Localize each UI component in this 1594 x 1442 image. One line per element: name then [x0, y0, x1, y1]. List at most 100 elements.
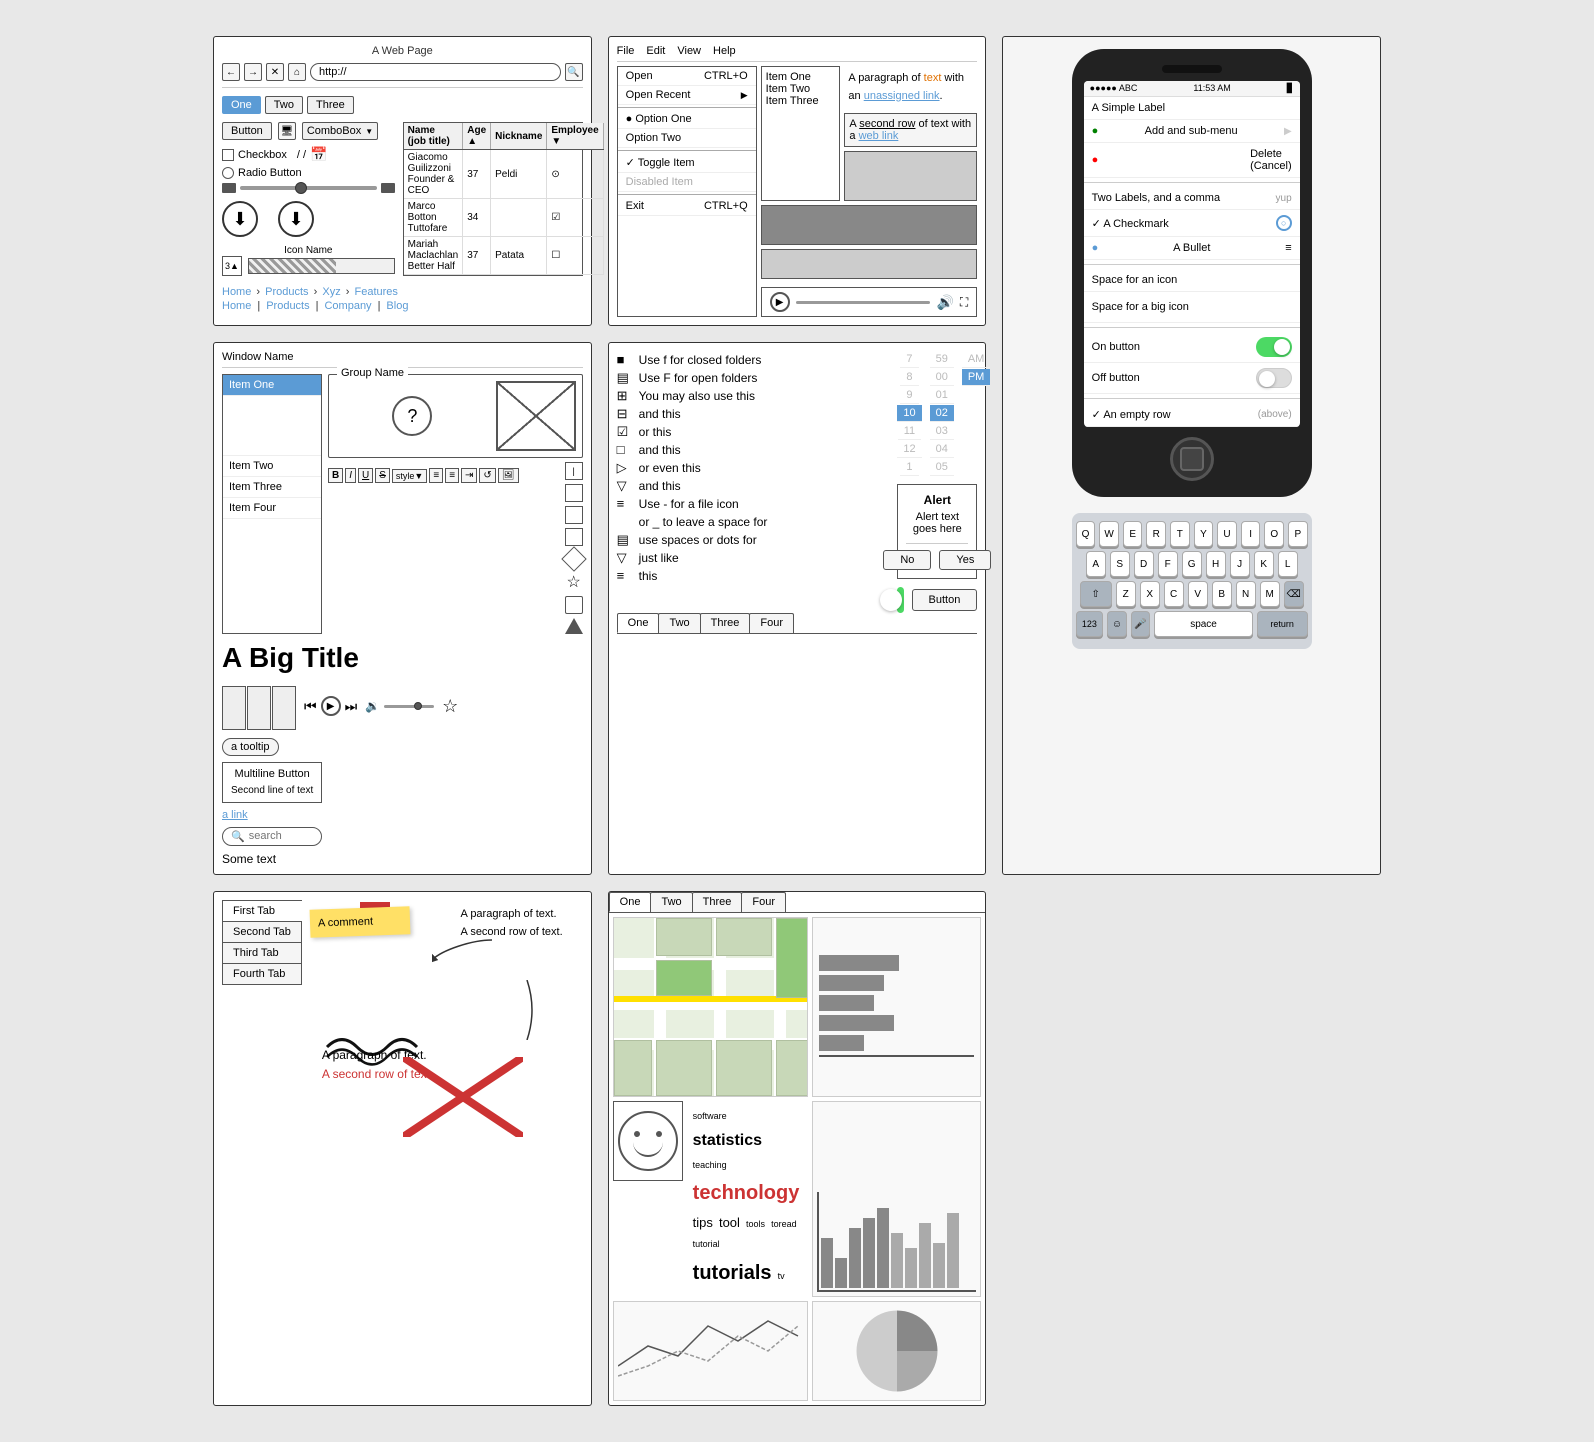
key-o[interactable]: O: [1264, 521, 1284, 547]
key-h[interactable]: H: [1206, 551, 1226, 577]
list-item-one[interactable]: Item One: [223, 375, 321, 396]
address-bar[interactable]: [310, 63, 561, 81]
multiline-button[interactable]: Multiline ButtonSecond line of text: [222, 762, 322, 803]
key-n[interactable]: N: [1236, 581, 1256, 607]
tool-item-3[interactable]: [565, 506, 583, 524]
list-item-two[interactable]: Item Two: [223, 456, 321, 477]
forward-btn[interactable]: →: [244, 63, 262, 81]
strip-tab-two[interactable]: Two: [658, 613, 700, 633]
key-emoji[interactable]: ☺: [1107, 611, 1127, 637]
fast-forward-icon[interactable]: ⏭: [345, 698, 358, 715]
align-left[interactable]: ≡: [429, 468, 443, 483]
phone-home-button[interactable]: [1170, 437, 1214, 481]
key-delete[interactable]: ⌫: [1284, 581, 1304, 607]
menu-toggle[interactable]: ✓ Toggle Item: [618, 153, 756, 173]
key-j[interactable]: J: [1230, 551, 1250, 577]
search-input[interactable]: [249, 830, 309, 842]
strikethrough-btn[interactable]: S: [375, 468, 390, 483]
search-icon[interactable]: 🔍: [565, 63, 583, 81]
key-b[interactable]: B: [1212, 581, 1232, 607]
charts-tab-four[interactable]: Four: [741, 892, 786, 912]
undo-btn[interactable]: ↺: [479, 468, 495, 483]
radio-button[interactable]: [222, 167, 234, 179]
key-t[interactable]: T: [1170, 521, 1190, 547]
key-x[interactable]: X: [1140, 581, 1160, 607]
image-btn[interactable]: 🖼: [498, 468, 519, 483]
key-y[interactable]: Y: [1194, 521, 1214, 547]
list-item-three[interactable]: Item Three: [223, 477, 321, 498]
menu-view[interactable]: View: [677, 45, 701, 57]
slider-track[interactable]: [240, 186, 377, 190]
a-link[interactable]: a link: [222, 809, 322, 821]
pipe-products[interactable]: Products: [266, 300, 309, 312]
alert-yes-btn[interactable]: Yes: [939, 550, 991, 570]
key-k[interactable]: K: [1254, 551, 1274, 577]
key-space[interactable]: space: [1154, 611, 1252, 637]
key-s[interactable]: S: [1110, 551, 1130, 577]
breadcrumb-home[interactable]: Home: [222, 286, 251, 298]
tool-item-1[interactable]: |: [565, 462, 583, 480]
strip-tab-one[interactable]: One: [617, 613, 660, 633]
key-mic[interactable]: 🎤: [1131, 611, 1151, 637]
fullscreen-icon[interactable]: ⛶: [960, 295, 968, 310]
charts-tab-two[interactable]: Two: [650, 892, 692, 912]
breadcrumb-xyz[interactable]: Xyz: [322, 286, 340, 298]
play-button[interactable]: ▶: [321, 696, 341, 716]
volume-slider[interactable]: [384, 705, 434, 708]
phone-delete[interactable]: Delete(Cancel): [1084, 143, 1300, 178]
key-p[interactable]: P: [1288, 521, 1308, 547]
volume-icon[interactable]: 🔊: [936, 294, 953, 311]
play-btn[interactable]: ▶: [770, 292, 790, 312]
key-return[interactable]: return: [1257, 611, 1308, 637]
slider-thumb[interactable]: [295, 182, 307, 194]
key-g[interactable]: G: [1182, 551, 1202, 577]
key-e[interactable]: E: [1123, 521, 1143, 547]
charts-tab-one[interactable]: One: [609, 892, 652, 912]
first-tab[interactable]: First Tab: [222, 900, 302, 922]
rewind-icon[interactable]: ⏮: [304, 698, 317, 715]
menu-exit[interactable]: ExitCTRL+Q: [618, 197, 756, 216]
underline-btn[interactable]: U: [358, 468, 373, 483]
key-shift[interactable]: ⇧: [1080, 581, 1112, 607]
phone-add-submenu[interactable]: Add and sub-menu ▶: [1084, 120, 1300, 143]
menu-open[interactable]: OpenCTRL+O: [618, 67, 756, 86]
key-c[interactable]: C: [1164, 581, 1184, 607]
charts-tab-three[interactable]: Three: [692, 892, 743, 912]
toggle-switch-big[interactable]: [897, 587, 903, 613]
toggle-off[interactable]: [1256, 368, 1292, 388]
menu-help[interactable]: Help: [713, 45, 736, 57]
checkbox[interactable]: [222, 149, 234, 161]
italic-btn[interactable]: I: [345, 468, 356, 483]
menu-option-one[interactable]: ● Option One: [618, 110, 756, 129]
color-btn[interactable]: style▼: [392, 469, 427, 483]
key-l[interactable]: L: [1278, 551, 1298, 577]
home-btn[interactable]: ⌂: [288, 63, 306, 81]
key-i[interactable]: I: [1241, 521, 1261, 547]
tab-one[interactable]: One: [222, 96, 261, 114]
alert-no-btn[interactable]: No: [883, 550, 931, 570]
fourth-tab[interactable]: Fourth Tab: [222, 963, 302, 985]
combo-box[interactable]: ComboBox▼: [302, 122, 378, 140]
calendar-icon[interactable]: 📅: [310, 146, 327, 163]
key-r[interactable]: R: [1146, 521, 1166, 547]
third-tab[interactable]: Third Tab: [222, 942, 302, 964]
align-center[interactable]: ≡: [445, 468, 459, 483]
key-a[interactable]: A: [1086, 551, 1106, 577]
key-z[interactable]: Z: [1116, 581, 1136, 607]
pipe-company[interactable]: Company: [324, 300, 371, 312]
button-1[interactable]: Button: [222, 122, 272, 140]
web-link[interactable]: web link: [859, 130, 899, 142]
pipe-blog[interactable]: Blog: [386, 300, 408, 312]
tool-item-4[interactable]: [565, 528, 583, 546]
second-tab[interactable]: Second Tab: [222, 921, 302, 943]
key-f[interactable]: F: [1158, 551, 1178, 577]
tab-two[interactable]: Two: [265, 96, 303, 114]
key-q[interactable]: Q: [1076, 521, 1096, 547]
media-track[interactable]: [796, 301, 931, 304]
key-m[interactable]: M: [1260, 581, 1280, 607]
tooltip-button[interactable]: a tooltip: [222, 738, 279, 756]
back-btn[interactable]: ←: [222, 63, 240, 81]
indent-btn[interactable]: ⇥: [461, 468, 477, 483]
key-num[interactable]: 123: [1076, 611, 1104, 637]
breadcrumb-products[interactable]: Products: [265, 286, 308, 298]
